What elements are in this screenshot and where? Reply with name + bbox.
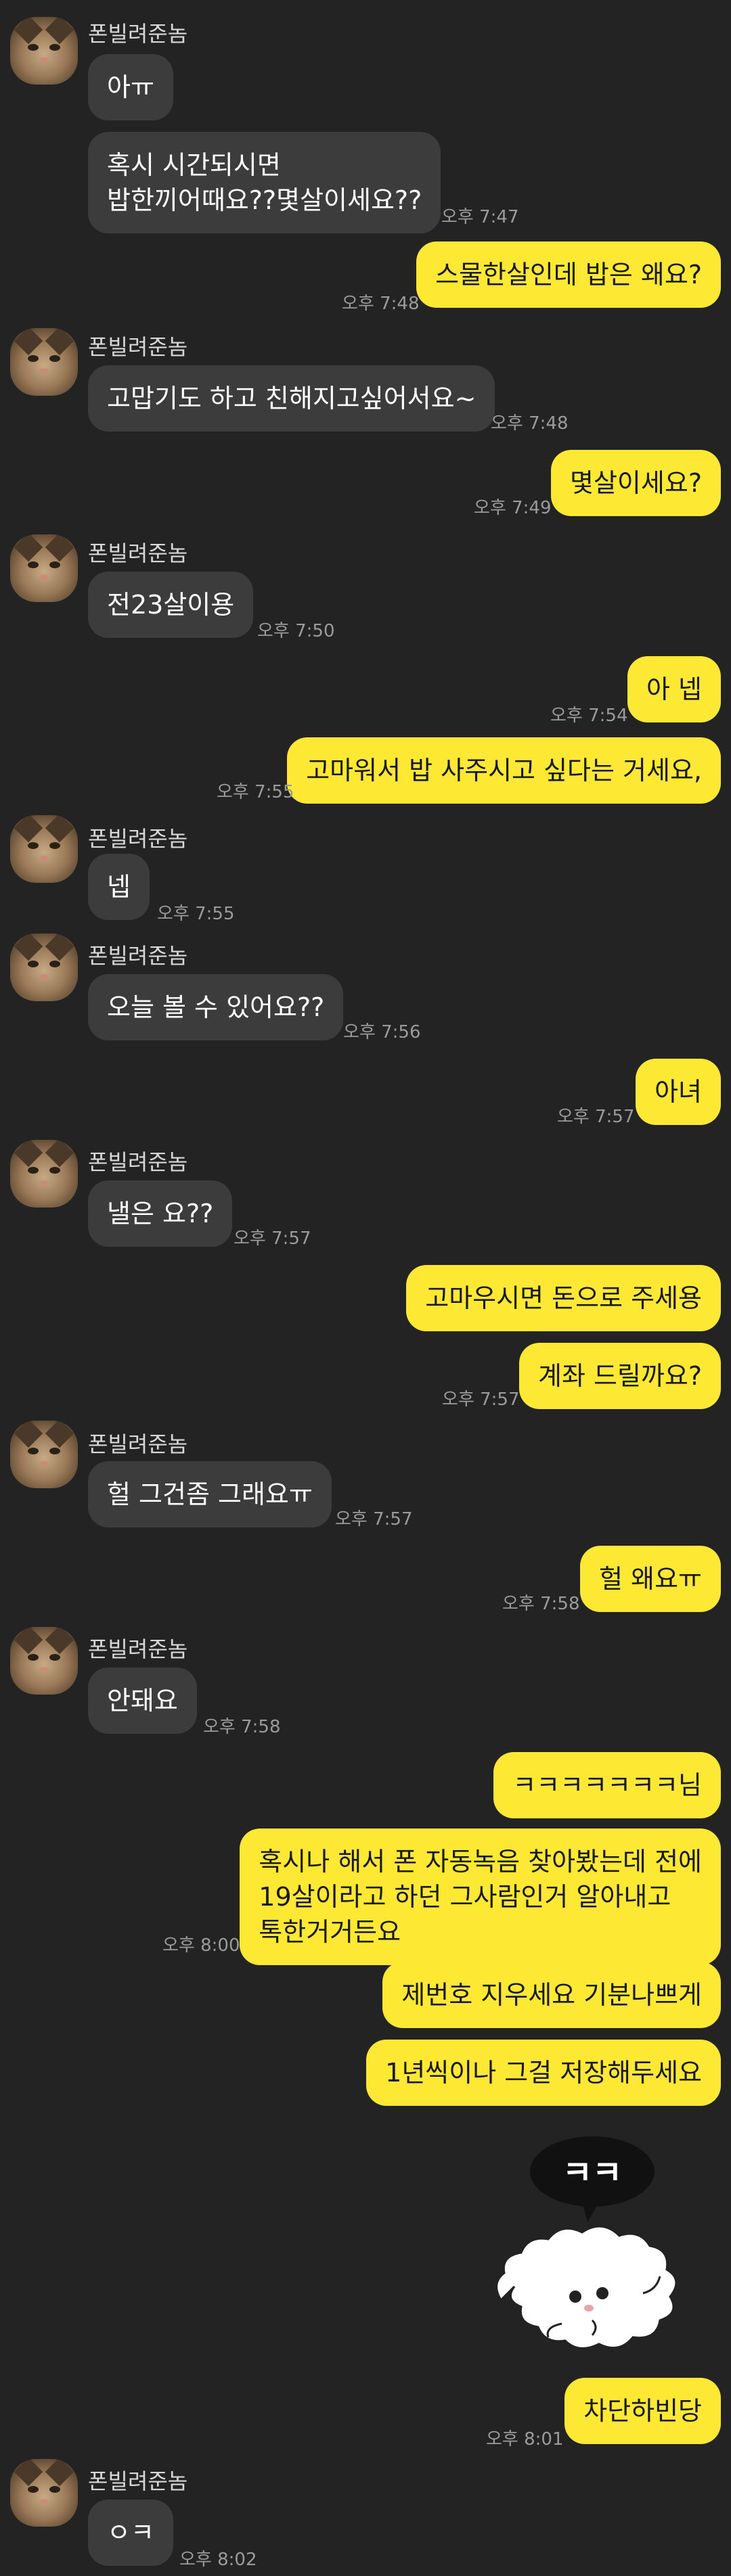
avatar[interactable] [10, 17, 78, 85]
message-line: 19살이라고 하던 그사람인거 알아내고 [259, 1882, 671, 1912]
sender-name: 폰빌려준놈 [88, 2468, 188, 2494]
sender-name: 폰빌려준놈 [88, 21, 188, 47]
message-bubble-outgoing[interactable]: 고마워서 밥 사주시고 싶다는 거세요, [287, 737, 721, 804]
message-line: 혹시나 해서 폰 자동녹음 찾아봤는데 전에 [259, 1847, 702, 1877]
sender-name: 폰빌려준놈 [88, 1149, 188, 1175]
message-bubble-incoming[interactable]: 안돼요 [88, 1668, 197, 1734]
message-time: 오후 8:00 [162, 1935, 240, 1956]
message-bubble-outgoing[interactable]: 혹시나 해서 폰 자동녹음 찾아봤는데 전에 19살이라고 하던 그사람인거 알… [240, 1828, 721, 1965]
message-line: 밥한끼어때요??몇살이세요?? [107, 185, 422, 215]
avatar[interactable] [10, 1140, 78, 1208]
avatar[interactable] [10, 328, 78, 396]
message-bubble-outgoing[interactable]: ㅋㅋㅋㅋㅋㅋㅋ님 [493, 1752, 721, 1818]
message-time: 오후 7:57 [557, 1107, 635, 1127]
message-time: 오후 7:48 [491, 413, 569, 434]
sender-name: 폰빌려준놈 [88, 334, 188, 360]
avatar[interactable] [10, 1627, 78, 1695]
message-time: 오후 7:55 [217, 782, 294, 802]
message-bubble-incoming[interactable]: 넵 [88, 854, 150, 920]
fluffy-sticker-icon[interactable]: ㅋㅋ [474, 2131, 731, 2388]
message-time: 오후 7:47 [441, 207, 519, 227]
message-bubble-outgoing[interactable]: 계좌 드릴까요? [518, 1343, 721, 1409]
message-time: 오후 7:48 [342, 294, 420, 314]
message-time: 오후 7:56 [343, 1022, 421, 1042]
message-time: 오후 7:57 [234, 1228, 311, 1249]
avatar[interactable] [10, 1421, 78, 1488]
message-time: 오후 7:49 [474, 498, 552, 518]
message-time: 오후 7:58 [502, 1594, 580, 1614]
message-bubble-outgoing[interactable]: 스물한살인데 밥은 왜요? [416, 242, 721, 308]
message-bubble-outgoing[interactable]: 1년씩이나 그걸 저장해두세요 [366, 2040, 721, 2106]
message-bubble-incoming[interactable]: 혹시 시간되시면 밥한끼어때요??몇살이세요?? [88, 132, 441, 233]
avatar[interactable] [10, 815, 78, 883]
sender-name: 폰빌려준놈 [88, 540, 188, 566]
message-bubble-incoming[interactable]: ㅇㅋ [88, 2500, 173, 2566]
message-bubble-outgoing[interactable]: 아 넵 [627, 656, 721, 722]
message-bubble-incoming[interactable]: 고맙기도 하고 친해지고싶어서요~ [88, 365, 495, 432]
message-bubble-incoming[interactable]: 오늘 볼 수 있어요?? [88, 974, 344, 1040]
message-time: 오후 7:54 [550, 706, 628, 726]
message-bubble-outgoing[interactable]: 아녀 [636, 1059, 721, 1125]
message-time: 오후 7:58 [203, 1717, 281, 1737]
message-time: 오후 8:02 [179, 2550, 257, 2570]
message-time: 오후 7:50 [257, 621, 335, 641]
message-bubble-incoming[interactable]: 낼은 요?? [88, 1180, 233, 1247]
sender-name: 폰빌려준놈 [88, 1431, 188, 1457]
sticker-text: ㅋㅋ [562, 2154, 622, 2192]
message-time: 오후 7:57 [442, 1389, 520, 1410]
message-bubble-outgoing[interactable]: 차단하빈당 [564, 2378, 721, 2444]
message-line: 톡한거거든요 [259, 1917, 401, 1947]
avatar[interactable] [10, 934, 78, 1001]
avatar[interactable] [10, 534, 78, 602]
message-bubble-incoming[interactable]: 헐 그건좀 그래요ㅠ [88, 1461, 332, 1527]
message-time: 오후 7:55 [157, 904, 235, 924]
message-bubble-outgoing[interactable]: 고마우시면 돈으로 주세용 [406, 1265, 721, 1331]
message-time: 오후 7:57 [335, 1509, 413, 1530]
sender-name: 폰빌려준놈 [88, 826, 188, 852]
message-bubble-outgoing[interactable]: 헐 왜요ㅠ [580, 1546, 721, 1612]
message-bubble-incoming[interactable]: 전23살이용 [88, 572, 254, 638]
message-line: 혹시 시간되시면 [107, 150, 281, 180]
sender-name: 폰빌려준놈 [88, 943, 188, 969]
message-bubble-incoming[interactable]: 아ㅠ [88, 54, 173, 120]
sender-name: 폰빌려준놈 [88, 1636, 188, 1662]
avatar[interactable] [10, 2459, 78, 2527]
message-bubble-outgoing[interactable]: 몇살이세요? [551, 450, 721, 516]
message-bubble-outgoing[interactable]: 제번호 지우세요 기분나쁘게 [382, 1962, 721, 2028]
message-time: 오후 8:01 [486, 2429, 564, 2450]
